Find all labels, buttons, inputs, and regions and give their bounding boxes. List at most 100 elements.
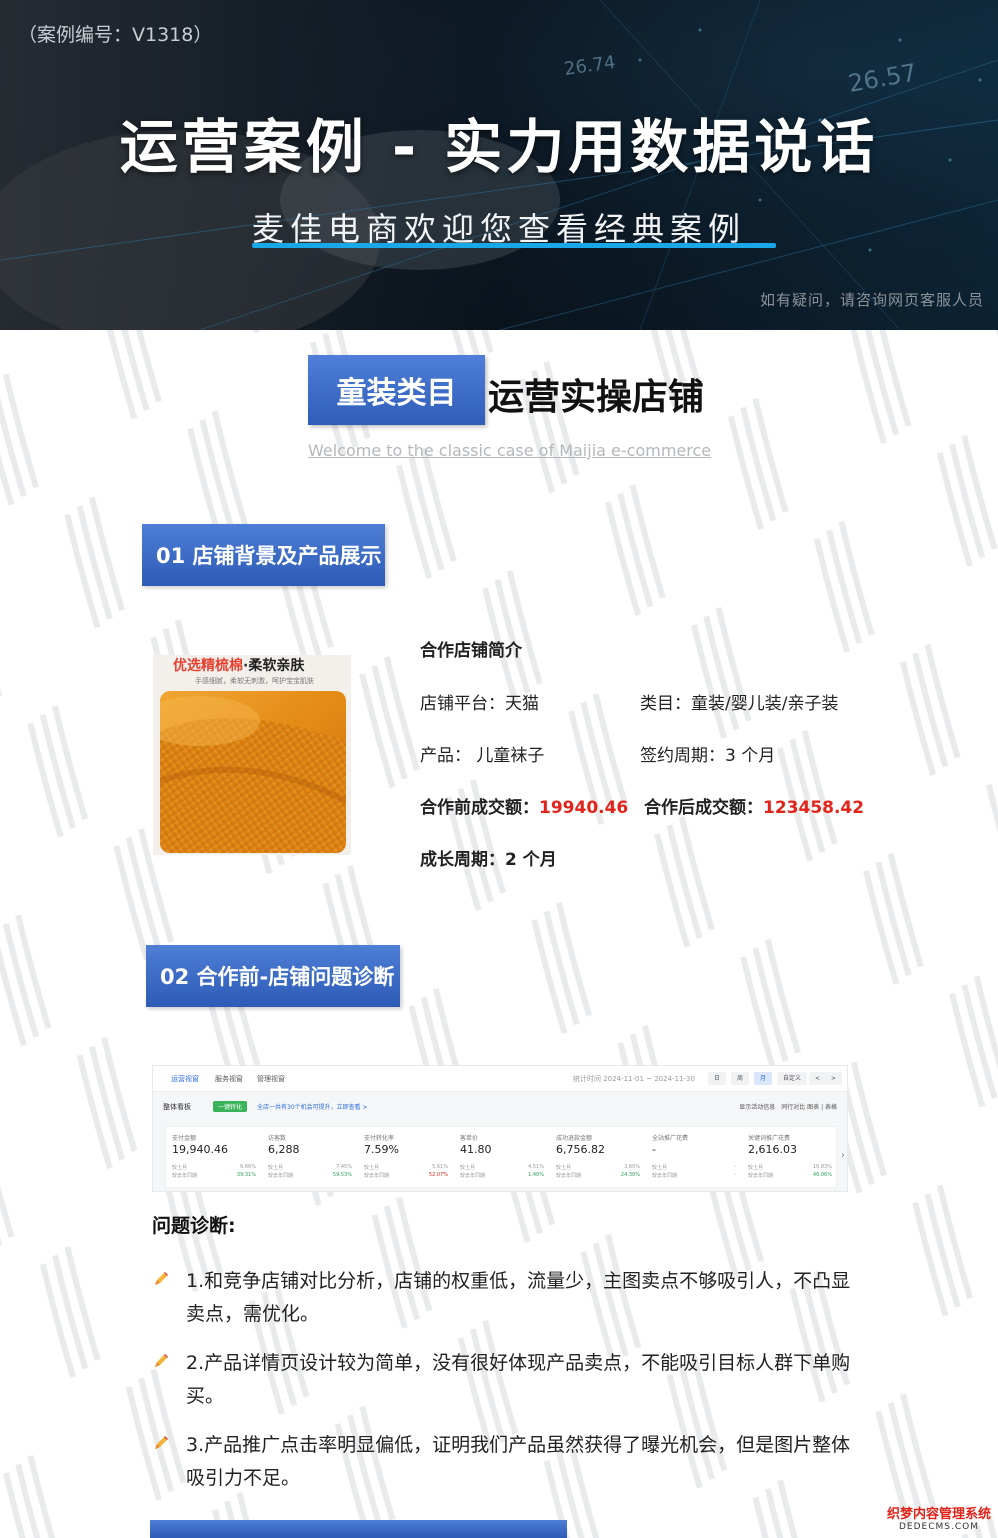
metric-card[interactable]: 客单价 41.80 较上月较去年同期 4.51% 1.40%: [454, 1127, 550, 1189]
metric-value: 6,288: [268, 1143, 300, 1156]
category-label: 类目：童装/婴儿装/亲子装: [640, 694, 839, 714]
metric-value: -: [652, 1143, 656, 1156]
hero-banner: 26.74 26.57 （案例编号：V1318） 运营案例 - 实力用数据说话 …: [0, 0, 998, 330]
product-tagline-red: 优选精梳棉: [173, 658, 243, 674]
metric-compare-label: 较上月: [172, 1165, 188, 1171]
more-arrow-icon[interactable]: ›: [841, 1150, 845, 1161]
metric-compare-label: 较去年同期: [364, 1173, 390, 1179]
metric-compare-label: 较上月: [748, 1165, 764, 1171]
metric-change: 5.61%: [432, 1164, 448, 1170]
category-title: 运营实操店铺: [488, 377, 705, 418]
metric-value: 7.59%: [364, 1143, 399, 1156]
section-1-header: 01 店铺背景及产品展示: [142, 524, 385, 586]
metric-label: 访客数: [268, 1135, 287, 1142]
dashboard-topbar: 运营视窗 服务视窗 管理视窗 统计时间 2024-11-01 ~ 2024-11…: [153, 1066, 847, 1092]
after-revenue-value: 123458.42: [763, 798, 865, 818]
metric-change: 3.60%: [624, 1164, 640, 1170]
product-photo: [160, 691, 346, 853]
metric-change: 7.45%: [336, 1164, 352, 1170]
tab-service[interactable]: 服务视窗: [215, 1074, 243, 1084]
metric-change: 1.40%: [528, 1172, 544, 1178]
after-revenue-label: 合作后成交额：: [644, 798, 763, 818]
problem-title: 问题诊断:: [152, 1215, 236, 1237]
metric-value: 41.80: [460, 1143, 492, 1156]
product-small-text: 手感细腻，柔软无刺激，呵护宝宝肌肤: [195, 677, 314, 685]
product-tagline: 优选精梳棉·柔软亲肤: [173, 655, 304, 675]
period-week-button[interactable]: 周: [731, 1072, 750, 1085]
metric-card[interactable]: 全站推广花费 - 较上月 较去年同期 - -: [646, 1127, 742, 1189]
metric-card[interactable]: 关键词推广花费 2,616.03 较上月较去年同期 16.83% 46.06%: [742, 1127, 838, 1189]
metric-change: 39.31%: [236, 1172, 256, 1178]
pencil-icon: [155, 1272, 168, 1285]
metric-compare-label: 较上月: [556, 1165, 572, 1171]
growth-label: 成长周期：2 个月: [420, 850, 557, 870]
metric-change: 6.66%: [240, 1164, 256, 1170]
contract-label: 签约周期：3 个月: [640, 746, 776, 766]
contact-note: 如有疑问，请咨询网页客服人员: [759, 291, 984, 309]
metric-card[interactable]: 支付转化率 7.59% 较上月较去年同期 5.61% 52.07%: [358, 1127, 454, 1189]
metric-label: 全站推广花费: [652, 1135, 689, 1142]
site-logo-line1: 织梦内容管理系统: [887, 1507, 992, 1522]
platform-label: 店铺平台：天猫: [420, 694, 539, 714]
metric-change: 52.07%: [428, 1172, 448, 1178]
metric-card[interactable]: 成功退款金额 6,756.82 较上月 较去年同期 3.60% 24.30%: [550, 1127, 646, 1189]
problem-item-3: 3.产品推广点击率明显偏低，证明我们产品虽然获得了曝光机会，但是图片整体吸引力不…: [186, 1434, 851, 1489]
metric-change: 59.53%: [332, 1172, 352, 1178]
metric-compare-label: 较上月: [364, 1165, 380, 1171]
pencil-icon: [155, 1354, 168, 1367]
dashboard-board-row: 整体看板 一键转化 全店一共有30个机会可提升，立即查看 > 显示活动信息 同行…: [153, 1100, 847, 1118]
metric-compare-label: 较上月: [268, 1165, 284, 1171]
metric-compare-label: 较去年同期: [172, 1173, 198, 1179]
tab-management[interactable]: 管理视窗: [257, 1074, 285, 1084]
pencil-icon: [155, 1436, 168, 1449]
category-tag: 童装类目: [308, 355, 485, 425]
site-logo: 织梦内容管理系统 DEDECMS.COM: [887, 1503, 992, 1532]
metric-change: -: [734, 1164, 736, 1170]
section-2-header: 02 合作前-店铺问题诊断: [146, 945, 400, 1007]
before-revenue-label: 合作前成交额：: [420, 798, 539, 818]
metric-label: 成功退款金额: [556, 1135, 593, 1142]
metric-label: 客单价: [460, 1135, 479, 1142]
tab-operation[interactable]: 运营视窗: [171, 1074, 199, 1084]
metric-compare-label: 较上月: [460, 1165, 476, 1171]
product-tagline-rest: 柔软亲肤: [248, 658, 305, 674]
date-range: 统计时间 2024-11-01 ~ 2024-11-30: [573, 1075, 695, 1083]
metric-label: 关键词推广花费: [748, 1135, 791, 1142]
metric-compare-label: 较上月: [652, 1165, 668, 1171]
opportunity-tip-link[interactable]: 全店一共有30个机会可提升，立即查看 >: [257, 1102, 368, 1111]
nav-prev-button[interactable]: <: [809, 1072, 827, 1085]
period-custom-button[interactable]: 自定义: [777, 1072, 808, 1085]
nav-next-button[interactable]: >: [825, 1072, 843, 1085]
convert-pill-button[interactable]: 一键转化: [213, 1101, 248, 1112]
metric-value: 2,616.03: [748, 1143, 797, 1156]
hero-underline: [252, 243, 776, 248]
metric-change: 24.30%: [620, 1172, 640, 1178]
before-revenue: 合作前成交额：19940.46: [420, 793, 628, 818]
metric-change: 16.83%: [812, 1164, 832, 1170]
case-number: （案例编号：V1318）: [18, 24, 213, 46]
metric-compare-label: 较去年同期: [652, 1173, 678, 1179]
period-day-button[interactable]: 日: [708, 1072, 727, 1085]
site-logo-line2: DEDECMS.COM: [899, 1522, 979, 1532]
metric-label: 支付金额: [172, 1135, 197, 1142]
metric-value: 19,940.46: [172, 1143, 228, 1156]
before-revenue-value: 19940.46: [539, 798, 629, 818]
metric-change: 46.06%: [812, 1172, 832, 1178]
board-title: 整体看板: [163, 1103, 191, 1111]
welcome-text: Welcome to the classic case of Maijia e-…: [308, 441, 712, 460]
metric-compare-label: 较去年同期: [556, 1173, 582, 1179]
product-label: 产品： 儿童袜子: [420, 746, 545, 766]
period-month-button[interactable]: 月: [754, 1072, 773, 1085]
hero-title: 运营案例 - 实力用数据说话: [119, 113, 879, 181]
dashboard-screenshot: 运营视窗 服务视窗 管理视窗 统计时间 2024-11-01 ~ 2024-11…: [152, 1065, 848, 1192]
metric-card[interactable]: 支付金额 19,940.46 较上月较去年同期 6.66% 39.31%: [166, 1127, 262, 1189]
metric-compare-label: 较去年同期: [268, 1173, 294, 1179]
metric-compare-label: 较去年同期: [460, 1173, 486, 1179]
dashboard-options[interactable]: 显示活动信息 同行对比 图表 | 表格: [739, 1102, 837, 1111]
metric-compare-label: 较去年同期: [748, 1173, 774, 1179]
problem-item-2: 2.产品详情页设计较为简单，没有很好体现产品卖点，不能吸引目标人群下单购买。: [186, 1352, 851, 1407]
metric-cards: 支付金额 19,940.46 较上月较去年同期 6.66% 39.31% 访客数 6,288…: [165, 1126, 837, 1188]
metric-change: 4.51%: [528, 1164, 544, 1170]
metric-card[interactable]: 访客数 6,288 较上月较去年同期 7.45% 59.53%: [262, 1127, 358, 1189]
metric-label: 支付转化率: [364, 1135, 395, 1142]
